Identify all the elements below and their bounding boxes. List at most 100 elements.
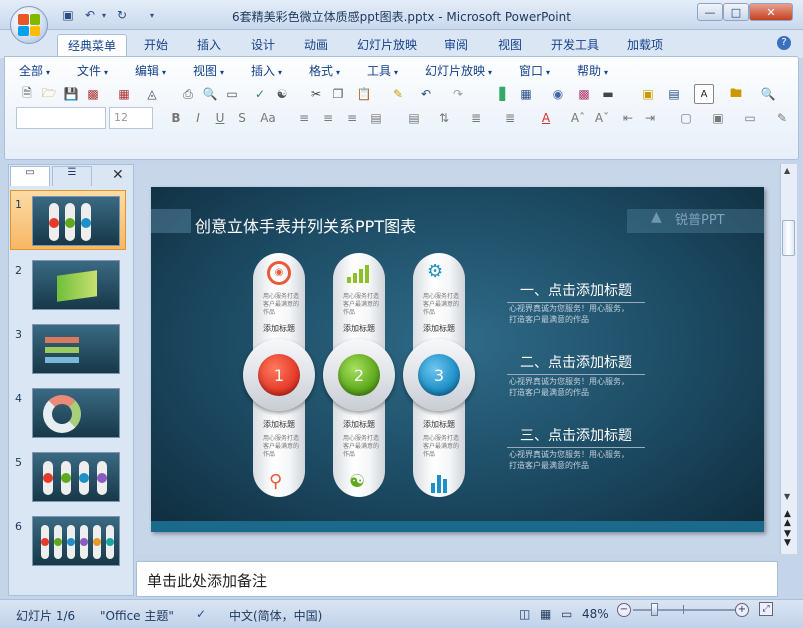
tab-animation[interactable]: 动画 (294, 34, 338, 56)
undo-toolbar-icon[interactable]: ↶ (416, 84, 436, 104)
zoom-slider-thumb[interactable] (651, 603, 658, 616)
slide-thumbnail-3[interactable] (32, 324, 120, 374)
zoom-slider-track[interactable] (633, 609, 735, 611)
open-icon[interactable]: 🗁 (39, 84, 59, 104)
font-a-icon[interactable]: A (694, 84, 714, 104)
font-size-combo[interactable]: 12 (109, 107, 153, 129)
print-icon[interactable]: ⎙ (178, 84, 198, 104)
arrange-icon[interactable]: ▣ (708, 108, 728, 128)
cut-icon[interactable]: ✂ (306, 84, 326, 104)
grow-font-icon[interactable]: Aˆ (568, 108, 588, 128)
menu-format[interactable]: 格式 ▾ (309, 62, 340, 79)
screen-icon[interactable]: ▭ (222, 84, 242, 104)
insert-picture-icon[interactable]: ▩ (574, 84, 594, 104)
underline-icon[interactable]: U (210, 108, 230, 128)
help-icon[interactable]: ? (777, 36, 791, 50)
shape-fill-icon[interactable]: ▢ (676, 108, 696, 128)
close-pane-icon[interactable]: ✕ (112, 167, 124, 183)
tab-home[interactable]: 开始 (134, 34, 178, 56)
tab-review[interactable]: 审阅 (434, 34, 478, 56)
maximize-button[interactable]: □ (723, 3, 749, 21)
minimize-button[interactable]: — (697, 3, 723, 21)
close-button[interactable]: ✕ (749, 3, 793, 21)
attach-icon[interactable]: ◬ (142, 84, 162, 104)
text-direction-icon[interactable]: ⇅ (434, 108, 454, 128)
print-preview-icon[interactable]: 🔍 (200, 84, 220, 104)
insert-table-icon[interactable]: ▦ (516, 84, 536, 104)
tab-view[interactable]: 视图 (488, 34, 532, 56)
spellcheck-status-icon[interactable]: ✓ (196, 607, 206, 621)
layout-icon[interactable]: ▬ (598, 84, 618, 104)
office-button[interactable] (10, 6, 48, 44)
copy-icon[interactable]: ❐ (328, 84, 348, 104)
normal-view-icon[interactable]: ◫ (519, 607, 530, 621)
zoom-in-icon[interactable]: + (735, 603, 749, 617)
scroll-thumb[interactable] (782, 220, 795, 256)
font-color-icon[interactable]: A (536, 108, 556, 128)
tab-developer[interactable]: 开发工具 (541, 34, 609, 56)
decrease-indent-icon[interactable]: ⇤ (618, 108, 638, 128)
tab-addins[interactable]: 加载项 (617, 34, 673, 56)
slide-sorter-icon[interactable]: ▦ (540, 607, 551, 621)
align-right-icon[interactable]: ≡ (342, 108, 362, 128)
folder-icon[interactable]: 🖿 (726, 84, 746, 104)
shape-effects-icon[interactable]: ✎ (772, 108, 792, 128)
bullets-icon[interactable]: ≣ (500, 108, 520, 128)
slide-thumbnail-4[interactable] (32, 388, 120, 438)
notes-pane[interactable]: 单击此处添加备注 (136, 561, 778, 597)
quick-styles-icon[interactable]: ▭ (740, 108, 760, 128)
menu-slideshow[interactable]: 幻灯片放映 ▾ (425, 62, 492, 79)
tab-slideshow[interactable]: 幻灯片放映 (347, 34, 427, 56)
justify-icon[interactable]: ▤ (366, 108, 386, 128)
pdf-icon[interactable]: ▦ (114, 84, 134, 104)
insert-chart-icon[interactable]: ▋ (494, 84, 514, 104)
vertical-scrollbar[interactable]: ▲ ▼ ▲ ▲ ▼ ▼ (780, 164, 797, 554)
redo-toolbar-icon[interactable]: ↷ (448, 84, 468, 104)
research-icon[interactable]: ☯ (272, 84, 292, 104)
next-slide-icon[interactable]: ▼ ▼ (784, 530, 791, 548)
align-left-icon[interactable]: ≡ (294, 108, 314, 128)
shadow-icon[interactable]: S (232, 108, 252, 128)
menu-file[interactable]: 文件 ▾ (77, 62, 108, 79)
find-icon[interactable]: 🔍 (758, 84, 778, 104)
change-case-icon[interactable]: Aa (258, 108, 278, 128)
permission-icon[interactable]: ▩ (83, 84, 103, 104)
outline-tab[interactable]: ☰ (52, 166, 92, 186)
format-painter-icon[interactable]: ✎ (388, 84, 408, 104)
slides-tab[interactable]: ▭ (10, 166, 50, 186)
paste-icon[interactable]: 📋 (354, 84, 374, 104)
menu-view[interactable]: 视图 ▾ (193, 62, 224, 79)
slide[interactable]: 创意立体手表并列关系PPT图表 ▲ 锐普PPT ◉ 用心服务打造客户最满意的作品… (151, 187, 764, 532)
scroll-down-icon[interactable]: ▼ (784, 492, 790, 501)
zoom-level[interactable]: 48% (582, 607, 609, 621)
columns-icon[interactable]: ▤ (404, 108, 424, 128)
menu-tools[interactable]: 工具 ▾ (367, 62, 398, 79)
menu-help[interactable]: 帮助 ▾ (577, 62, 608, 79)
menu-insert[interactable]: 插入 ▾ (251, 62, 282, 79)
menu-all[interactable]: 全部 ▾ (19, 62, 50, 79)
tab-classic-menu[interactable]: 经典菜单 (57, 34, 128, 56)
previous-slide-icon[interactable]: ▲ ▲ (784, 510, 791, 528)
zoom-out-icon[interactable]: − (617, 603, 631, 617)
numbering-icon[interactable]: ≣ (466, 108, 486, 128)
language-status[interactable]: 中文(简体，中国) (229, 607, 322, 624)
tab-design[interactable]: 设计 (241, 34, 285, 56)
scroll-up-icon[interactable]: ▲ (784, 166, 790, 175)
slide-thumbnail-6[interactable] (32, 516, 120, 566)
bold-icon[interactable]: B (166, 108, 186, 128)
tab-insert[interactable]: 插入 (187, 34, 231, 56)
save-toolbar-icon[interactable]: 💾 (61, 84, 81, 104)
slide-thumbnail-1[interactable] (32, 196, 120, 246)
slideshow-view-icon[interactable]: ▭ (561, 607, 572, 621)
menu-window[interactable]: 窗口 ▾ (519, 62, 550, 79)
slide-thumbnail-2[interactable] (32, 260, 120, 310)
text-box-icon[interactable]: ▤ (664, 84, 684, 104)
spellcheck-icon[interactable]: ✓ (250, 84, 270, 104)
slide-thumbnail-5[interactable] (32, 452, 120, 502)
font-name-combo[interactable] (16, 107, 106, 129)
new-icon[interactable]: 🗎 (17, 84, 37, 104)
fit-to-window-icon[interactable]: ⤢ (759, 602, 773, 616)
shrink-font-icon[interactable]: Aˇ (592, 108, 612, 128)
menu-edit[interactable]: 编辑 ▾ (135, 62, 166, 79)
insert-media-icon[interactable]: ◉ (548, 84, 568, 104)
